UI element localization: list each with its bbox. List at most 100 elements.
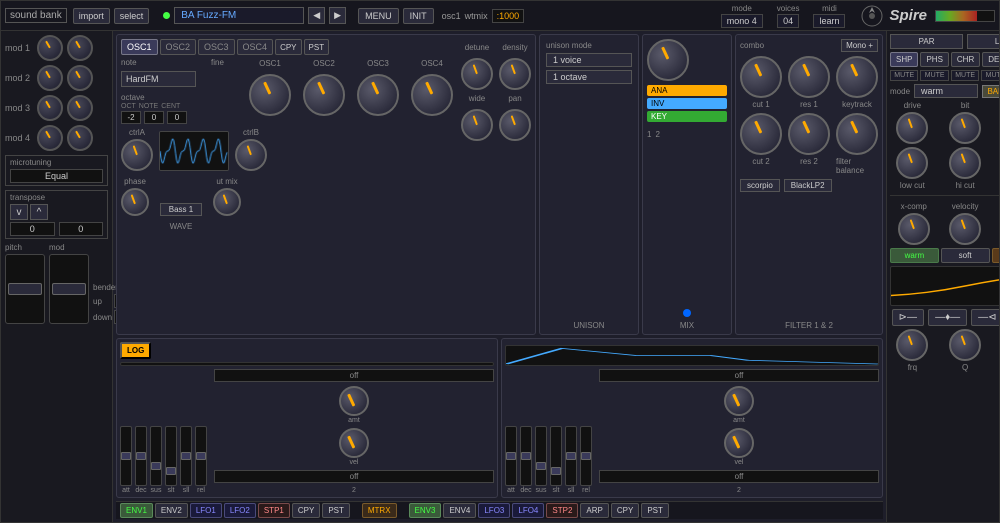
mod2-knob[interactable] — [37, 65, 63, 91]
q-knob[interactable] — [949, 329, 981, 361]
arp-bot-tab[interactable]: ARP — [580, 503, 608, 518]
res1-knob[interactable] — [788, 56, 830, 98]
env1-cpy-button[interactable]: CPY — [292, 503, 320, 518]
res2-knob[interactable] — [788, 113, 830, 155]
phs-tab[interactable]: PHS — [920, 52, 948, 67]
cut1-knob[interactable] — [740, 56, 782, 98]
env1-att-slider[interactable] — [120, 426, 132, 486]
env2-vel-knob[interactable] — [724, 428, 754, 458]
osc2-main-knob[interactable] — [303, 74, 345, 116]
transpose-up-button[interactable]: ^ — [30, 204, 48, 220]
env2-rel-slider[interactable] — [580, 426, 592, 486]
mod1-knob[interactable] — [37, 35, 63, 61]
env3-bot-tab[interactable]: ENV3 — [409, 503, 442, 518]
mix-knob1[interactable] — [647, 39, 689, 81]
pitch-slider[interactable] — [5, 254, 45, 324]
lfo1-bot-tab[interactable]: LFO1 — [190, 503, 222, 518]
ctrlb-knob[interactable] — [235, 139, 267, 171]
bit-knob[interactable] — [949, 112, 981, 144]
prev-preset-button[interactable]: ◀ — [308, 7, 325, 24]
ana-button[interactable]: ANA — [647, 85, 727, 96]
comp-action-btn1[interactable]: ⊳— — [892, 309, 924, 326]
par-button[interactable]: PAR — [890, 34, 963, 49]
detune-knob[interactable] — [461, 58, 493, 90]
del-tab[interactable]: DEL — [982, 52, 999, 67]
chr-mute-button[interactable]: MUTE — [951, 70, 979, 81]
osc1-tab[interactable]: OSC1 — [121, 39, 158, 55]
utmix-knob[interactable] — [213, 188, 241, 216]
env1-rel-slider[interactable] — [195, 426, 207, 486]
env2-dec-slider[interactable] — [520, 426, 532, 486]
keytrack-knob[interactable] — [836, 56, 878, 98]
chr-tab[interactable]: CHR — [951, 52, 980, 67]
comp-action-btn3[interactable]: —⊲ — [971, 309, 999, 326]
env1-amt-knob[interactable] — [339, 386, 369, 416]
mod1-knob2[interactable] — [67, 35, 93, 61]
env1-bot-tab[interactable]: ENV1 — [120, 503, 153, 518]
note-dropdown[interactable]: HardFM — [121, 71, 196, 87]
soft-comp-tab[interactable]: soft — [941, 248, 990, 263]
band-button[interactable]: BAND — [982, 85, 999, 98]
midi-learn-button[interactable]: learn — [813, 14, 845, 28]
filter-balance-knob[interactable] — [836, 113, 878, 155]
ctrla-knob[interactable] — [121, 139, 153, 171]
velocity-knob[interactable] — [949, 213, 981, 245]
shp-mute-button[interactable]: MUTE — [890, 70, 918, 81]
key-button[interactable]: KEY — [647, 111, 727, 122]
env2-pst-button[interactable]: PST — [641, 503, 669, 518]
env4-bot-tab[interactable]: ENV4 — [443, 503, 476, 518]
xcomp-knob[interactable] — [898, 213, 930, 245]
frq-knob[interactable] — [896, 329, 928, 361]
inv-button[interactable]: INV — [647, 98, 727, 109]
env2-cpy-button[interactable]: CPY — [611, 503, 639, 518]
warm-comp-tab[interactable]: warm — [890, 248, 939, 263]
env2-sus-slider[interactable] — [535, 426, 547, 486]
osc2-tab[interactable]: OSC2 — [160, 39, 197, 55]
env2-amt-knob[interactable] — [724, 386, 754, 416]
phase-knob[interactable] — [121, 188, 149, 216]
shp-tab[interactable]: SHP — [890, 52, 918, 67]
drive-knob[interactable] — [896, 112, 928, 144]
env1-vel-knob[interactable] — [339, 428, 369, 458]
cut2-knob[interactable] — [740, 113, 782, 155]
env2-att-slider[interactable] — [505, 426, 517, 486]
osc4-main-knob[interactable] — [411, 74, 453, 116]
lfo3-bot-tab[interactable]: LFO3 — [478, 503, 510, 518]
wide-knob[interactable] — [461, 109, 493, 141]
select-button[interactable]: select — [114, 8, 150, 24]
env1-sll-slider[interactable] — [180, 426, 192, 486]
mtrx-button[interactable]: MTRX — [362, 503, 397, 518]
comp-action-btn2[interactable]: —♦— — [928, 309, 967, 326]
pan-knob[interactable] — [499, 109, 531, 141]
mod4-knob[interactable] — [37, 125, 63, 151]
lowcut-knob[interactable] — [896, 147, 928, 179]
mono-plus-button[interactable]: Mono + — [841, 39, 878, 52]
lfo4-bot-tab[interactable]: LFO4 — [512, 503, 544, 518]
log-button[interactable]: LOG — [120, 342, 151, 359]
mod-slider[interactable] — [49, 254, 89, 324]
env2-sll-slider[interactable] — [565, 426, 577, 486]
del-mute-button[interactable]: MUTE — [981, 70, 999, 81]
link-button[interactable]: LINK — [967, 34, 999, 49]
env2-bot-tab[interactable]: ENV2 — [155, 503, 188, 518]
hicut-knob[interactable] — [949, 147, 981, 179]
menu-button[interactable]: MENU — [358, 8, 399, 24]
osc1-main-knob[interactable] — [249, 74, 291, 116]
env1-dec-slider[interactable] — [135, 426, 147, 486]
transpose-down-button[interactable]: v — [10, 204, 28, 220]
density-knob[interactable] — [499, 58, 531, 90]
next-preset-button[interactable]: ▶ — [329, 7, 346, 24]
env1-sus-slider[interactable] — [150, 426, 162, 486]
mod4-knob2[interactable] — [67, 125, 93, 151]
stp1-bot-tab[interactable]: STP1 — [258, 503, 290, 518]
phs-mute-button[interactable]: MUTE — [920, 70, 948, 81]
stp2-bot-tab[interactable]: STP2 — [546, 503, 578, 518]
mod3-knob[interactable] — [37, 95, 63, 121]
env2-slt-slider[interactable] — [550, 426, 562, 486]
osc3-tab[interactable]: OSC3 — [198, 39, 235, 55]
env1-pst-button[interactable]: PST — [322, 503, 350, 518]
env1-slt-slider[interactable] — [165, 426, 177, 486]
mod2-knob2[interactable] — [67, 65, 93, 91]
boost-comp-tab[interactable]: boost — [992, 248, 1000, 263]
mod3-knob2[interactable] — [67, 95, 93, 121]
